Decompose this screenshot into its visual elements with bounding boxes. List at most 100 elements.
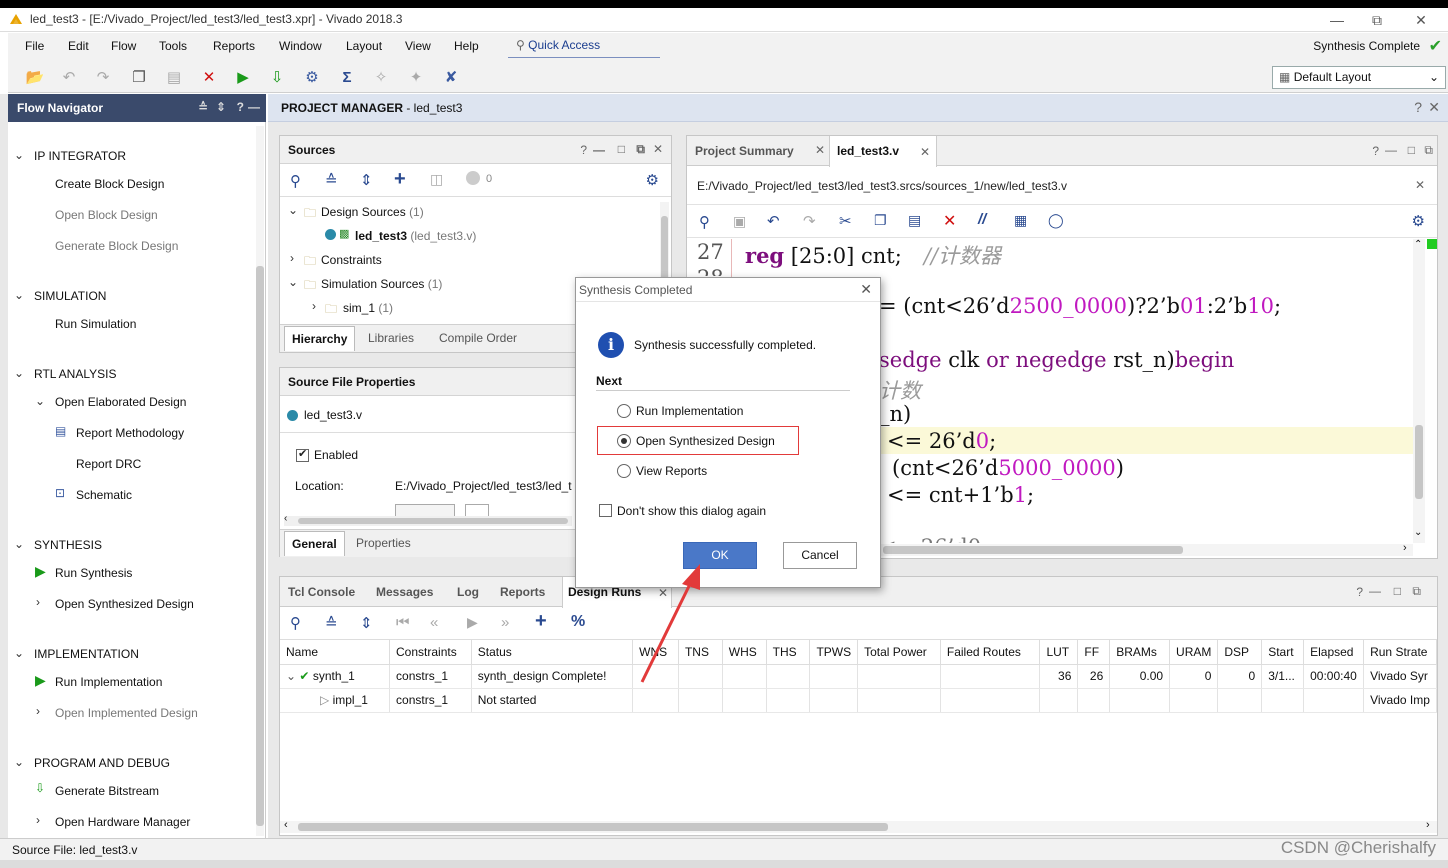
chevron-right-icon[interactable]: › <box>290 251 294 265</box>
settings-icon[interactable]: ⚙ <box>1412 212 1425 230</box>
maximize-icon[interactable]: □ <box>1394 584 1401 598</box>
nav-run-implementation[interactable]: Run Implementation <box>55 675 162 689</box>
chevron-down-icon[interactable]: ⌄ <box>14 366 24 380</box>
col-name[interactable]: Name <box>280 640 391 665</box>
tab-messages[interactable]: Messages <box>376 585 433 599</box>
close-icon[interactable]: ✕ <box>1428 99 1440 116</box>
minimize-icon[interactable]: — <box>1322 10 1352 30</box>
tree-design-sources[interactable]: Design Sources (1) <box>321 205 424 219</box>
nav-run-synthesis[interactable]: Run Synthesis <box>55 566 132 580</box>
type-button[interactable] <box>465 504 489 516</box>
menu-file[interactable]: File <box>25 39 44 53</box>
col-run-strategy[interactable]: Run Strate <box>1363 640 1437 665</box>
nav-generate-block-design[interactable]: Generate Block Design <box>55 239 178 253</box>
minimize-panel-icon[interactable]: — <box>248 100 260 114</box>
col-tpws[interactable]: TPWS <box>809 640 859 665</box>
minimize-icon[interactable]: — <box>1369 584 1381 598</box>
undo-icon[interactable]: ↶ <box>767 212 780 230</box>
chevron-down-icon[interactable]: ⌄ <box>14 537 24 551</box>
comment-icon[interactable]: // <box>978 211 986 228</box>
chevron-right-icon[interactable]: › <box>312 299 316 313</box>
first-icon[interactable]: ⏮ <box>396 614 410 631</box>
expand-all-icon[interactable]: ⇕ <box>360 171 373 189</box>
sigma-icon[interactable]: Σ <box>336 67 358 89</box>
chevron-down-icon[interactable]: ⌄ <box>35 394 45 408</box>
columns-icon[interactable]: ▦ <box>1014 212 1027 229</box>
col-uram[interactable]: URAM <box>1169 640 1219 665</box>
collapse-all-icon[interactable]: ≙ <box>325 171 338 189</box>
cell-name[interactable]: ⌄ ✔ synth_1 <box>280 664 391 689</box>
editor-vscroll-thumb[interactable] <box>1415 425 1423 499</box>
chevron-down-icon[interactable]: ⌄ <box>1414 527 1422 538</box>
next-icon[interactable]: » <box>501 614 509 631</box>
maximize-icon[interactable]: □ <box>1408 143 1415 157</box>
col-lut[interactable]: LUT <box>1039 640 1079 665</box>
restore-icon[interactable]: ⧉ <box>1362 10 1392 30</box>
settings-icon[interactable]: ⚙ <box>301 67 323 89</box>
chevron-right-icon[interactable]: › <box>1426 819 1430 831</box>
copy-icon[interactable]: ❐ <box>128 67 150 89</box>
col-total-power[interactable]: Total Power <box>857 640 941 665</box>
search-icon[interactable]: ⚲ <box>290 614 301 632</box>
previous-icon[interactable]: « <box>430 614 438 631</box>
lightbulb-icon[interactable]: ◯ <box>1048 212 1064 229</box>
table-row[interactable]: ⌄ ✔ synth_1 constrs_1 synth_design Compl… <box>280 664 1437 689</box>
props-hscroll[interactable]: ‹ <box>284 513 572 526</box>
nav-open-synthesized-design[interactable]: Open Synthesized Design <box>55 597 194 611</box>
cut-icon[interactable]: ✂ <box>839 212 852 230</box>
section-simulation[interactable]: SIMULATION <box>34 289 106 303</box>
chevron-right-icon[interactable]: › <box>36 813 40 827</box>
chevron-down-icon[interactable]: ⌄ <box>14 755 24 769</box>
nav-report-methodology[interactable]: Report Methodology <box>76 426 184 440</box>
play-icon[interactable]: ▶ <box>467 614 478 631</box>
editor-vscroll[interactable]: ⌃ ⌄ <box>1413 239 1425 543</box>
undo-icon[interactable]: ↶ <box>58 67 80 89</box>
float-icon[interactable]: ⧉ <box>1412 584 1421 599</box>
chevron-down-icon[interactable]: ⌄ <box>288 275 298 289</box>
col-ths[interactable]: THS <box>766 640 811 665</box>
help-icon[interactable]: ? <box>1356 585 1363 599</box>
redo-icon[interactable]: ↷ <box>803 212 816 230</box>
editor-hscroll-thumb[interactable] <box>883 546 1183 554</box>
option-run-implementation[interactable]: Run Implementation <box>636 404 743 418</box>
close-window-icon[interactable]: ✕ <box>1406 10 1436 30</box>
nav-open-implemented-design[interactable]: Open Implemented Design <box>55 706 198 720</box>
menu-edit[interactable]: Edit <box>68 39 89 53</box>
menu-reports[interactable]: Reports <box>213 39 255 53</box>
col-ff[interactable]: FF <box>1077 640 1111 665</box>
run-icon[interactable]: ▶ <box>232 67 254 89</box>
close-icon[interactable]: ✕ <box>1415 178 1425 192</box>
nav-scrollbar[interactable] <box>256 126 264 836</box>
bitstream-icon[interactable]: ⇩ <box>266 67 288 89</box>
tab-log[interactable]: Log <box>457 585 479 599</box>
section-synthesis[interactable]: SYNTHESIS <box>34 538 102 552</box>
tab-reports[interactable]: Reports <box>500 585 545 599</box>
chevron-down-icon[interactable]: ⌄ <box>14 288 24 302</box>
chevron-right-icon[interactable]: › <box>1403 542 1407 554</box>
chevron-left-icon[interactable]: ‹ <box>284 819 288 831</box>
expand-all-icon[interactable]: ⇕ <box>216 100 226 114</box>
radio-open-synthesized-design[interactable] <box>617 434 631 448</box>
enabled-checkbox[interactable]: ✔ <box>296 448 309 462</box>
debug-icon[interactable]: ✧ <box>370 67 392 89</box>
chevron-down-icon[interactable]: ⌄ <box>14 148 24 162</box>
nav-open-elaborated-design[interactable]: Open Elaborated Design <box>55 395 186 409</box>
section-ip-integrator[interactable]: IP INTEGRATOR <box>34 149 126 163</box>
minimize-icon[interactable]: — <box>1385 143 1397 157</box>
add-icon[interactable]: + <box>394 168 406 191</box>
dont-show-checkbox[interactable] <box>599 504 612 517</box>
col-elapsed[interactable]: Elapsed <box>1303 640 1365 665</box>
delete-icon[interactable]: ✕ <box>943 211 956 231</box>
chevron-down-icon[interactable]: ⌄ <box>288 203 298 217</box>
collapse-all-icon[interactable]: ≙ <box>198 100 208 114</box>
paste-icon[interactable]: ▤ <box>163 67 185 89</box>
open-folder-icon[interactable]: 📂 <box>24 67 46 89</box>
tree-led-test3[interactable]: led_test3 (led_test3.v) <box>355 229 476 243</box>
maximize-icon[interactable]: □ <box>618 142 625 156</box>
option-open-synthesized-design[interactable]: Open Synthesized Design <box>636 434 775 448</box>
col-start[interactable]: Start <box>1261 640 1305 665</box>
close-icon[interactable]: ✕ <box>860 281 872 298</box>
close-tab-icon[interactable]: ✕ <box>920 145 930 159</box>
runs-hscroll[interactable]: ‹ › <box>280 819 1437 833</box>
chevron-left-icon[interactable]: ‹ <box>284 513 287 524</box>
